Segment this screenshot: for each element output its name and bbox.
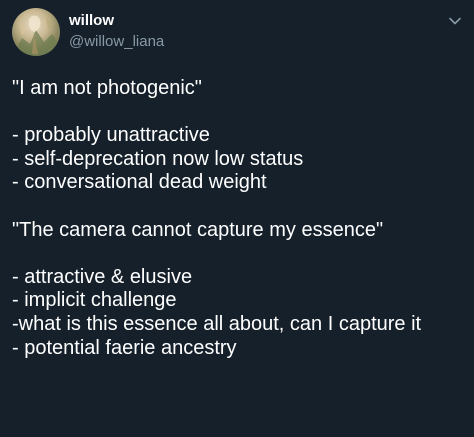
tweet-line: "The camera cannot capture my essence" (12, 218, 384, 241)
tweet-text: "I am not photogenic" - probably unattra… (12, 77, 467, 360)
tweet-line: - attractive & elusive (12, 265, 193, 288)
tweet-line: -what is this essence all about, can I c… (12, 312, 422, 335)
chevron-down-icon[interactable] (448, 14, 462, 28)
tweet-line: - self-deprecation now low status (12, 147, 304, 170)
tweet-line: - implicit challenge (12, 289, 177, 312)
tweet-line: - conversational dead weight (12, 171, 267, 194)
tweet: willow @willow_liana "I am not photogeni… (0, 0, 474, 437)
tweet-line: - probably unattractive (12, 124, 210, 147)
avatar[interactable] (12, 8, 60, 56)
tweet-line: "I am not photogenic" (12, 77, 202, 99)
user-handle[interactable]: @willow_liana (69, 33, 164, 51)
display-name[interactable]: willow (69, 12, 114, 30)
tweet-line: - potential faerie ancestry (12, 336, 237, 359)
avatar-photo (12, 15, 60, 56)
